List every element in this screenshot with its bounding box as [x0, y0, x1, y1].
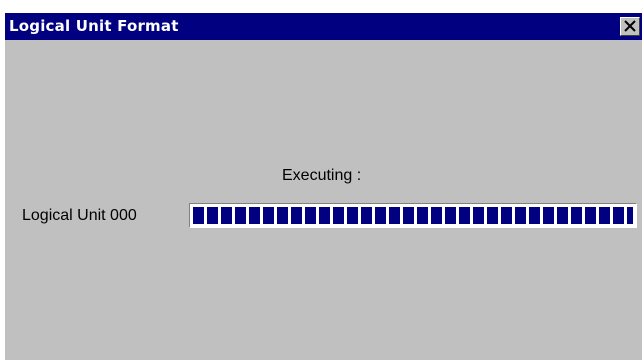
- logical-unit-label: Logical Unit 000: [22, 207, 137, 224]
- status-label: Executing :: [282, 167, 362, 184]
- close-button[interactable]: [620, 17, 640, 36]
- progress-track: [193, 207, 633, 224]
- progress-bar: [189, 203, 637, 228]
- close-icon: [624, 20, 636, 32]
- title-bar[interactable]: Logical Unit Format: [5, 13, 642, 40]
- format-dialog-window: Logical Unit Format Executing : Logical …: [4, 12, 642, 360]
- progress-fill: [193, 207, 633, 224]
- window-title: Logical Unit Format: [9, 17, 179, 35]
